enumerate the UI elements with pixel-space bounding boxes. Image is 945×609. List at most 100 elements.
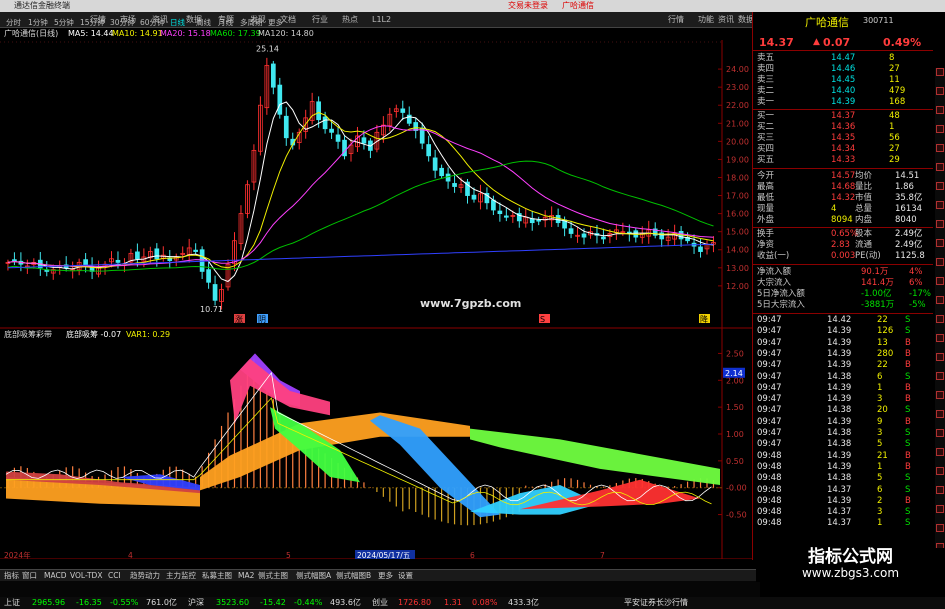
candle: [568, 228, 574, 234]
orderbook-row[interactable]: 买一 14.37 48: [753, 111, 933, 122]
orderbook-row[interactable]: 买五 14.33 29: [753, 155, 933, 166]
candle: [426, 144, 432, 157]
price-tick-label: 18.00: [726, 173, 749, 182]
side-tool-icon[interactable]: [936, 182, 944, 190]
tick-side: B: [905, 382, 911, 393]
period-button[interactable]: 更多: [268, 18, 283, 28]
side-tool-icon[interactable]: [936, 486, 944, 494]
period-button[interactable]: 日线: [170, 18, 185, 28]
orderbook-price: 14.33: [831, 155, 856, 165]
stat-value: 14.51: [895, 171, 920, 181]
title-stock: 广哈通信: [562, 1, 594, 10]
indicator-value: 底部吸筹 -0.07: [66, 329, 121, 339]
side-tool-icon[interactable]: [936, 125, 944, 133]
flow-label: 5日净流入额: [757, 289, 805, 299]
tick-price: 14.39: [827, 337, 852, 348]
orderbook-row[interactable]: 卖三 14.45 11: [753, 75, 933, 86]
price-tick-label: 16.00: [726, 210, 749, 219]
period-button[interactable]: 分时: [6, 18, 21, 28]
tick-time: 09:48: [757, 450, 782, 461]
orderbook-row[interactable]: 卖四 14.46 27: [753, 64, 933, 75]
stat-label: 流通: [855, 240, 873, 250]
watermark-sub: www.zbgs3.com: [801, 566, 900, 580]
side-tool-icon[interactable]: [936, 467, 944, 475]
tick-price: 14.37: [827, 518, 852, 529]
orderbook-volume: 56: [889, 133, 900, 143]
stat-value: 2.49亿: [895, 240, 923, 250]
period-button[interactable]: 60分钟: [140, 18, 165, 28]
stat-row: 换手 0.65% 股本 2.49亿: [753, 229, 933, 240]
side-tool-icon[interactable]: [936, 163, 944, 171]
side-tool-icon[interactable]: [936, 201, 944, 209]
tick-time: 09:48: [757, 473, 782, 484]
side-tool-icon[interactable]: [936, 334, 944, 342]
side-tool-icon[interactable]: [936, 448, 944, 456]
side-tool-icon[interactable]: [936, 315, 944, 323]
side-tool-icon[interactable]: [936, 524, 944, 532]
login-notice[interactable]: 交易未登录: [508, 0, 548, 12]
candle: [115, 259, 121, 263]
candle: [335, 134, 341, 142]
chart-area[interactable]: 24.00 23.00 22.00 21.00 20.00 19.00 18.00 17.00…: [0, 28, 760, 559]
tick-volume: 6: [877, 371, 883, 382]
orderbook-volume: 27: [889, 64, 900, 74]
sh-pct: -0.55%: [110, 598, 139, 607]
stat-row: 净资 2.83 流通 2.49亿: [753, 240, 933, 251]
orderbook-row[interactable]: 买三 14.35 56: [753, 133, 933, 144]
orderbook-row[interactable]: 买四 14.34 27: [753, 144, 933, 155]
date-label: 2024年: [4, 550, 31, 559]
period-button[interactable]: 15分钟: [80, 18, 105, 28]
quote-name: 广哈通信: [805, 16, 849, 29]
tick-time: 09:47: [757, 315, 782, 325]
tick-volume: 2: [877, 495, 883, 506]
ind-tick-label: -0.00: [726, 484, 747, 493]
orderbook-row[interactable]: 买二 14.36 1: [753, 122, 933, 133]
period-button[interactable]: 周线: [196, 18, 211, 28]
side-tool-icon[interactable]: [936, 410, 944, 418]
side-tool-icon[interactable]: [936, 372, 944, 380]
price-tick-label: 15.00: [726, 228, 749, 237]
tick-time: 09:48: [757, 461, 782, 472]
tick-time: 09:47: [757, 326, 782, 337]
side-tool-icon[interactable]: [936, 296, 944, 304]
candle: [277, 84, 283, 115]
side-tool-icon[interactable]: [936, 239, 944, 247]
tick-side: B: [905, 416, 911, 427]
side-tool-icon[interactable]: [936, 277, 944, 285]
period-button[interactable]: 30分钟: [110, 18, 135, 28]
stat-row: 外盘 8094 内盘 8040: [753, 215, 933, 226]
period-button[interactable]: 5分钟: [54, 18, 74, 28]
orderbook-row[interactable]: 卖五 14.47 8: [753, 53, 933, 64]
tick-side: B: [905, 337, 911, 348]
side-tool-icon[interactable]: [936, 220, 944, 228]
period-button[interactable]: 多周期: [240, 18, 263, 28]
tick-volume: 3: [877, 394, 883, 405]
orderbook-row[interactable]: 卖一 14.39 168: [753, 97, 933, 108]
side-tool-icon[interactable]: [936, 68, 944, 76]
separator: [753, 264, 933, 265]
price-tick-label: 17.00: [726, 192, 749, 201]
sh-value: 2965.96: [32, 598, 66, 607]
price-tick-label: 21.00: [726, 119, 749, 128]
side-tool-icon[interactable]: [936, 391, 944, 399]
side-tool-icon[interactable]: [936, 429, 944, 437]
side-tool-icon[interactable]: [936, 505, 944, 513]
side-tool-icon[interactable]: [936, 106, 944, 114]
stat-label: 市值: [855, 193, 873, 203]
side-tool-icon[interactable]: [936, 353, 944, 361]
date-label: 7: [600, 551, 605, 559]
period-button[interactable]: 月线: [218, 18, 233, 28]
side-tool-icon[interactable]: [936, 144, 944, 152]
sz-amount: 493.6亿: [330, 598, 361, 607]
side-tool-icon[interactable]: [936, 258, 944, 266]
candle: [322, 116, 328, 130]
tick-price: 14.38: [827, 473, 852, 484]
period-button[interactable]: 1分钟: [28, 18, 48, 28]
tick-time: 09:47: [757, 428, 782, 438]
tick-volume: 5: [877, 473, 883, 484]
orderbook-row[interactable]: 卖二 14.40 479: [753, 86, 933, 97]
side-tool-icon[interactable]: [936, 87, 944, 95]
candle: [432, 157, 438, 171]
tick-price: 14.37: [827, 484, 852, 495]
right-panel: 广哈通信 300711 14.37 ▲ 0.07 0.49% 卖五 14.47 8 卖四 14.46…: [752, 12, 945, 568]
